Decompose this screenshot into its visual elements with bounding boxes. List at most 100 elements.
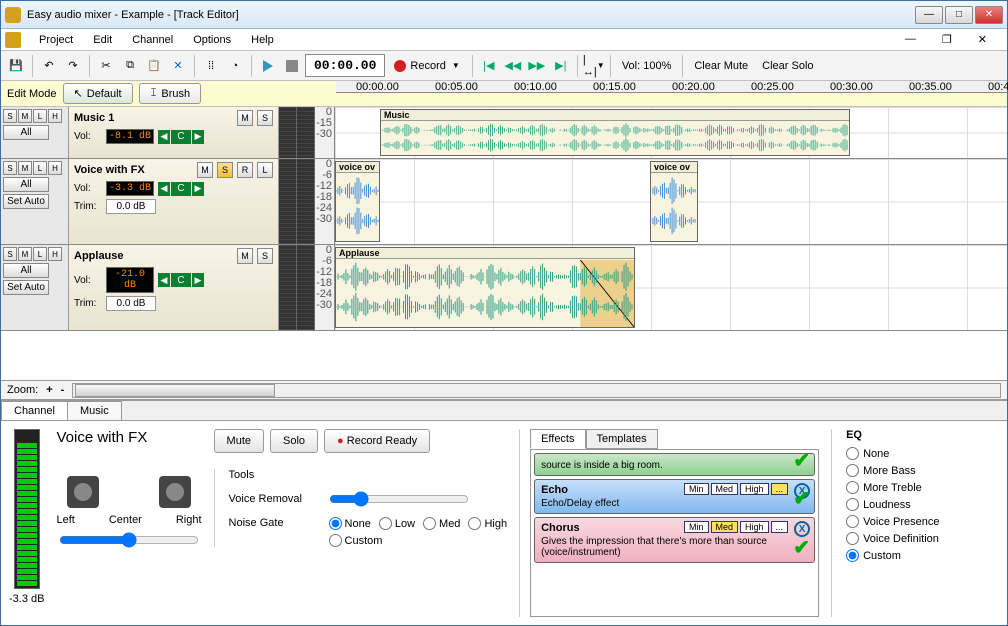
stop-icon[interactable] [281, 55, 303, 77]
minimize-button[interactable]: — [915, 6, 943, 24]
fx-item[interactable]: EchoEcho/Delay effect Min Med High ... X… [534, 479, 815, 514]
fade-icon[interactable]: ◔ [224, 55, 246, 77]
fx-med[interactable]: Med [711, 483, 739, 495]
tab-music[interactable]: Music [67, 401, 122, 420]
audio-clip[interactable]: voice ov [650, 161, 698, 242]
track-solo-button[interactable]: S [217, 162, 233, 178]
track-solo-button[interactable]: S [257, 110, 273, 126]
time-ruler[interactable]: 00:00.0000:05.0000:10.0000:15.0000:20.00… [336, 81, 1007, 93]
pan-slider[interactable] [59, 532, 199, 548]
cut-icon[interactable]: ✂ [95, 55, 117, 77]
ng-high[interactable]: High [468, 517, 507, 530]
fx-more[interactable]: ... [771, 521, 789, 533]
track-mute-button[interactable]: M [237, 110, 253, 126]
track-s-button[interactable]: S [3, 161, 17, 175]
track-h-button[interactable]: H [48, 247, 62, 261]
fx-high[interactable]: High [740, 521, 769, 533]
clear-mute-button[interactable]: Clear Mute [688, 60, 754, 72]
eq-option[interactable]: None [846, 447, 971, 460]
track-setauto-button[interactable]: Set Auto [3, 194, 49, 209]
track-l-button[interactable]: L [33, 161, 47, 175]
track-all-button[interactable]: All [3, 177, 49, 192]
eq-option[interactable]: Custom [846, 549, 971, 562]
eq-option[interactable]: More Treble [846, 481, 971, 494]
forward-end-icon[interactable]: ▶| [550, 55, 572, 77]
fx-min[interactable]: Min [684, 521, 709, 533]
horizontal-scrollbar[interactable] [72, 383, 1001, 398]
track-all-button[interactable]: All [3, 263, 49, 278]
zoom-out-button[interactable]: - [61, 384, 65, 396]
ng-none[interactable]: None [329, 517, 371, 530]
delete-icon[interactable]: ✕ [167, 55, 189, 77]
ng-custom[interactable]: Custom [329, 534, 383, 547]
track-l-button[interactable]: L [33, 247, 47, 261]
fx-item[interactable]: ChorusGives the impression that there's … [534, 517, 815, 563]
track-s-button[interactable]: S [3, 109, 17, 123]
track-mute-button[interactable]: M [237, 248, 253, 264]
track-h-button[interactable]: H [48, 109, 62, 123]
track-h-button[interactable]: H [48, 161, 62, 175]
track-vol[interactable]: -3.3 dB [106, 181, 154, 196]
ng-med[interactable]: Med [423, 517, 460, 530]
track-m-button[interactable]: M [18, 161, 32, 175]
eq-option[interactable]: Voice Definition [846, 532, 971, 545]
track-m-button[interactable]: M [18, 247, 32, 261]
waveform-lane[interactable]: Applause [335, 245, 1007, 330]
eq-option[interactable]: Loudness [846, 498, 971, 511]
record-button[interactable]: Record▼ [387, 56, 466, 76]
fx-item[interactable]: source is inside a big room.✔ [534, 453, 815, 476]
track-r-button[interactable]: R [237, 162, 253, 178]
record-ready-button[interactable]: ● Record Ready [324, 429, 430, 453]
copy-icon[interactable]: ⧉ [119, 55, 141, 77]
eq-option[interactable]: Voice Presence [846, 515, 971, 528]
forward-icon[interactable]: ▶▶ [526, 55, 548, 77]
solo-button[interactable]: Solo [270, 429, 318, 453]
track-solo-button[interactable]: S [257, 248, 273, 264]
track-pan[interactable]: ◀C▶ [158, 182, 204, 196]
play-icon[interactable] [257, 55, 279, 77]
track-trim[interactable]: 0.0 dB [106, 199, 156, 214]
zoom-in-button[interactable]: + [46, 384, 52, 396]
track-trim[interactable]: 0.0 dB [106, 296, 156, 311]
track-mute-button[interactable]: M [197, 162, 213, 178]
tab-effects[interactable]: Effects [530, 429, 585, 449]
fx-med[interactable]: Med [711, 521, 739, 533]
track-s-button[interactable]: S [3, 247, 17, 261]
audio-clip[interactable]: Music [380, 109, 850, 156]
menu-help[interactable]: Help [241, 31, 284, 49]
mdi-minimize[interactable]: — [895, 30, 926, 49]
mode-default-button[interactable]: ↖ Default [63, 83, 133, 104]
track-vol[interactable]: -8.1 dB [106, 129, 154, 144]
menu-channel[interactable]: Channel [122, 31, 183, 49]
volume-label[interactable]: Vol: 100% [616, 60, 678, 72]
close-button[interactable]: ✕ [975, 6, 1003, 24]
rewind-start-icon[interactable]: |◀ [478, 55, 500, 77]
track-l-button[interactable]: L [257, 162, 273, 178]
redo-icon[interactable]: ↷ [62, 55, 84, 77]
undo-icon[interactable]: ↶ [38, 55, 60, 77]
loop-icon[interactable]: |↔|▼ [583, 55, 605, 77]
audio-clip[interactable]: voice ov [335, 161, 380, 242]
mode-brush-button[interactable]: 𝙸 Brush [139, 83, 202, 104]
tab-channel[interactable]: Channel [1, 401, 68, 420]
track-l-button[interactable]: L [33, 109, 47, 123]
track-pan[interactable]: ◀C▶ [158, 130, 204, 144]
track-m-button[interactable]: M [18, 109, 32, 123]
maximize-button[interactable]: □ [945, 6, 973, 24]
track-all-button[interactable]: All [3, 125, 49, 140]
clear-solo-button[interactable]: Clear Solo [756, 60, 819, 72]
menu-edit[interactable]: Edit [83, 31, 122, 49]
split-icon[interactable]: ⁞⁞ [200, 55, 222, 77]
track-vol[interactable]: -21.0 dB [106, 267, 154, 293]
menu-project[interactable]: Project [29, 31, 83, 49]
save-icon[interactable]: 💾 [5, 55, 27, 77]
rewind-icon[interactable]: ◀◀ [502, 55, 524, 77]
track-setauto-button[interactable]: Set Auto [3, 280, 49, 295]
track-pan[interactable]: ◀C▶ [158, 273, 204, 287]
mute-button[interactable]: Mute [214, 429, 264, 453]
fx-high[interactable]: High [740, 483, 769, 495]
fx-more[interactable]: ... [771, 483, 789, 495]
waveform-lane[interactable]: voice ov voice ov [335, 159, 1007, 244]
effects-list[interactable]: source is inside a big room.✔ EchoEcho/De… [530, 449, 819, 617]
tab-templates[interactable]: Templates [586, 429, 658, 449]
